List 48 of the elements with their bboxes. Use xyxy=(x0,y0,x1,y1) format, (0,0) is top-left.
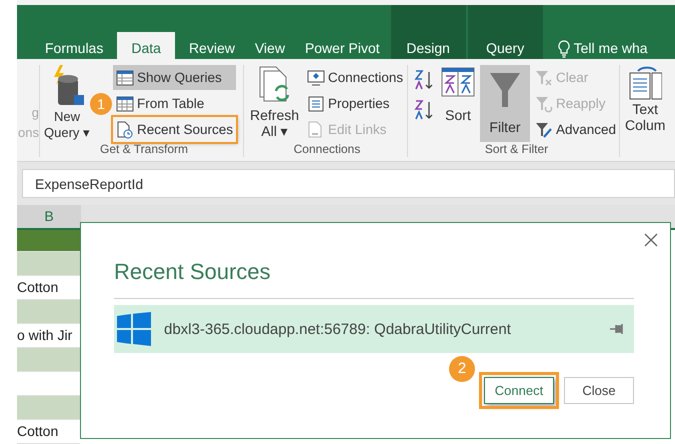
sort-icon xyxy=(441,67,475,98)
ribbon-tab[interactable]: Query xyxy=(468,5,543,60)
dialog-button[interactable]: Connect xyxy=(484,377,554,404)
text-to-columns-button[interactable]: Text Colum xyxy=(622,65,668,134)
group-label: Connections xyxy=(292,142,362,158)
group-label: Get & Transform xyxy=(98,142,190,158)
recent-source-item[interactable]: dbxl3-365.cloudapp.net:56789: QdabraUtilityCurrent xyxy=(114,305,634,353)
ribbon-tab[interactable]: Review xyxy=(178,32,245,60)
funnel-pencil-icon xyxy=(534,120,553,139)
list-icon xyxy=(307,96,326,112)
table-cell xyxy=(17,300,80,324)
ribbon-tab[interactable]: Formulas xyxy=(35,32,114,60)
ribbon-command[interactable]: Advanced xyxy=(532,117,619,142)
sort-button[interactable]: Sort xyxy=(438,65,478,142)
ribbon-tab[interactable]: Power Pivot xyxy=(294,32,390,60)
monitor-icon xyxy=(307,70,326,86)
filter-button[interactable]: Filter xyxy=(480,65,530,142)
dialog-title: Recent Sources xyxy=(114,259,272,285)
command-label: ons xyxy=(18,124,39,142)
document-clock-icon xyxy=(116,120,134,139)
funnel-icon xyxy=(534,94,553,113)
ribbon-tab[interactable]: Data xyxy=(117,32,175,60)
refresh-all-button[interactable]: Refresh All ▾ xyxy=(247,65,302,142)
pin-icon[interactable] xyxy=(610,323,626,335)
group-label: Sort & Filter xyxy=(484,142,550,158)
table-icon xyxy=(116,96,134,112)
column-header[interactable]: B xyxy=(17,205,81,228)
table-cell xyxy=(17,396,80,420)
table-cell xyxy=(17,348,80,372)
table-cell xyxy=(17,252,80,276)
ribbon-tab[interactable]: View xyxy=(244,32,295,60)
lightbulb-icon xyxy=(558,40,570,58)
ribbon-command[interactable]: From Table xyxy=(113,91,236,116)
windows-logo-icon xyxy=(117,312,151,346)
ribbon-command[interactable]: Recent Sources xyxy=(113,117,236,142)
ribbon-command[interactable]: Show Queries xyxy=(113,65,236,90)
ribbon-command[interactable]: Connections xyxy=(304,65,406,90)
close-icon[interactable] xyxy=(644,233,658,247)
columns-icon xyxy=(628,65,662,102)
tell-me-field[interactable]: Tell me wha xyxy=(574,40,648,56)
funnel-icon xyxy=(534,68,553,87)
ribbon-command[interactable]: Properties xyxy=(304,91,406,116)
ribbon-tab[interactable]: Design xyxy=(390,5,466,60)
new-query-button[interactable]: New Query ▾ xyxy=(45,65,89,142)
formula-bar[interactable]: ExpenseReportId xyxy=(22,169,675,198)
table-icon xyxy=(116,70,134,86)
command-label: g xyxy=(32,104,39,122)
dialog-button[interactable]: Close xyxy=(564,377,634,404)
